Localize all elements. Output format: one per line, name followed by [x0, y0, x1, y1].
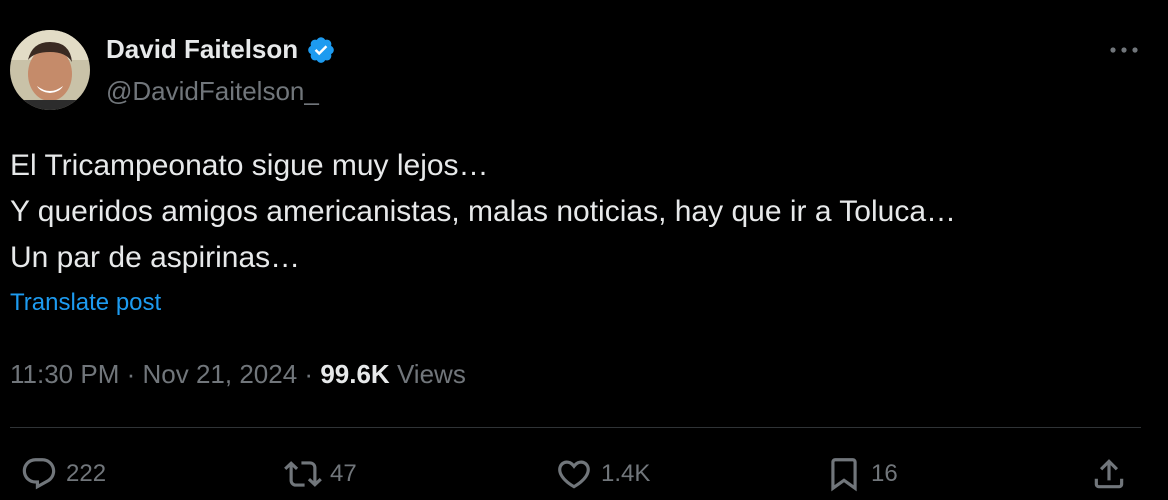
like-button[interactable]: 1.4K — [555, 455, 650, 493]
share-icon — [1094, 459, 1124, 489]
views-label: Views — [396, 359, 466, 389]
author-name-text[interactable]: David Faitelson — [106, 34, 298, 65]
bookmark-count: 16 — [871, 460, 898, 487]
more-options-icon[interactable] — [1106, 36, 1142, 64]
meta-separator: · — [304, 359, 314, 389]
repost-button[interactable]: 47 — [284, 455, 357, 493]
reply-button[interactable]: 222 — [20, 455, 106, 493]
reply-icon — [22, 458, 56, 490]
repost-count: 47 — [330, 460, 357, 487]
repost-icon — [284, 461, 322, 487]
post-metadata: 11:30 PM · Nov 21, 2024 · 99.6K Views — [10, 359, 466, 390]
heart-icon — [558, 460, 590, 489]
avatar-image — [10, 30, 90, 110]
post-line: Un par de aspirinas… — [10, 241, 301, 274]
post-line: Y queridos amigos americanistas, malas n… — [10, 195, 957, 228]
divider — [10, 427, 1141, 428]
reply-count: 222 — [66, 460, 107, 487]
bookmark-button[interactable]: 16 — [825, 455, 898, 493]
verified-badge-icon[interactable] — [306, 35, 336, 65]
meta-separator: · — [126, 359, 136, 389]
post-time[interactable]: 11:30 PM — [10, 359, 119, 389]
author-handle[interactable]: @DavidFaitelson_ — [106, 76, 319, 107]
bookmark-icon — [831, 458, 857, 492]
post-text: El Tricampeonato sigue muy lejos… Y quer… — [10, 143, 1140, 281]
post-date[interactable]: Nov 21, 2024 — [143, 359, 298, 389]
author-display-name[interactable]: David Faitelson — [106, 34, 336, 65]
post-line: El Tricampeonato sigue muy lejos… — [10, 149, 489, 182]
avatar[interactable] — [10, 30, 90, 110]
views-count: 99.6K — [320, 359, 390, 389]
share-button[interactable] — [1090, 455, 1136, 493]
like-count: 1.4K — [601, 460, 651, 487]
translate-post-link[interactable]: Translate post — [10, 289, 161, 317]
